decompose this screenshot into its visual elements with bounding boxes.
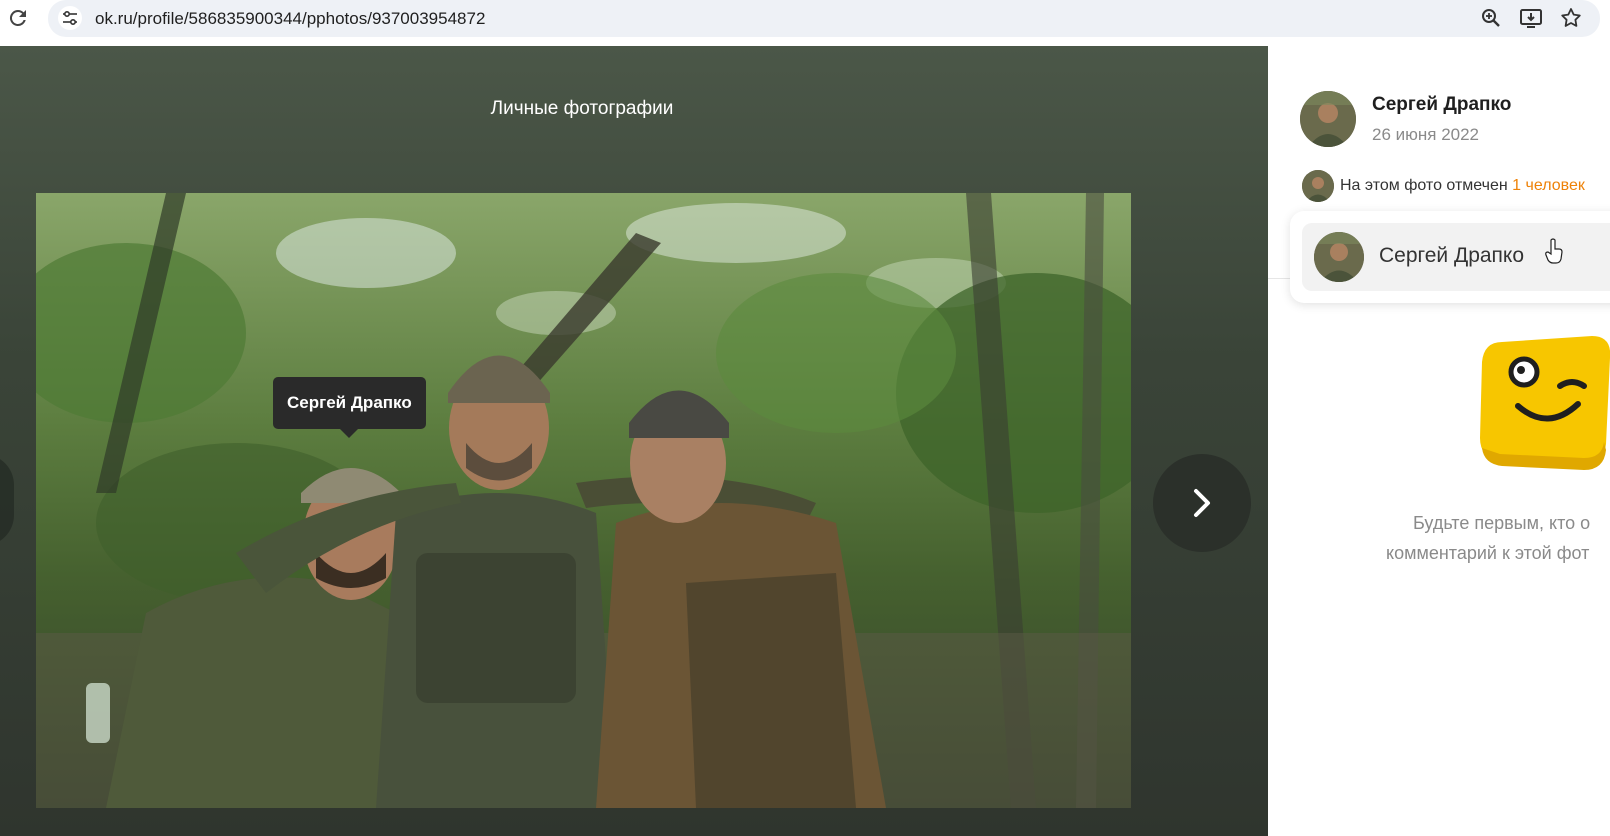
address-bar[interactable]: ok.ru/profile/586835900344/pphotos/93700… xyxy=(48,0,1600,37)
person-avatar xyxy=(1314,232,1364,282)
photo-tag-pointer xyxy=(340,429,358,438)
browser-toolbar: ok.ru/profile/586835900344/pphotos/93700… xyxy=(0,0,1610,46)
author-avatar[interactable] xyxy=(1300,91,1356,147)
tagged-people-info: На этом фото отмечен 1 человек xyxy=(1340,177,1585,195)
divider xyxy=(1268,278,1290,279)
person-name[interactable]: Сергей Драпко xyxy=(1379,244,1524,268)
tagged-person-avatar[interactable] xyxy=(1302,170,1334,202)
photo-person-tag[interactable]: Сергей Драпко xyxy=(273,377,426,429)
bookmark-star-icon[interactable] xyxy=(1559,6,1583,30)
previous-photo-button[interactable] xyxy=(0,454,14,546)
zoom-icon[interactable] xyxy=(1479,6,1503,30)
author-name[interactable]: Сергей Драпко xyxy=(1372,94,1511,116)
reload-icon[interactable] xyxy=(6,6,30,30)
photo-viewer: Личные фотографии Сергей Драпко xyxy=(0,46,1268,836)
chevron-right-icon xyxy=(1194,489,1210,517)
empty-comments-message: Будьте первым, кто о комментарий к этой … xyxy=(1386,508,1590,568)
tagged-people-popup: Сергей Драпко xyxy=(1290,211,1610,303)
site-settings-icon[interactable] xyxy=(58,6,82,30)
empty-comments-line2: комментарий к этой фот xyxy=(1386,543,1590,563)
photo-info-panel: Сергей Драпко 26 июня 2022 На этом фото … xyxy=(1268,46,1610,836)
hand-cursor-icon xyxy=(1545,238,1563,264)
url-text[interactable]: ok.ru/profile/586835900344/pphotos/93700… xyxy=(95,9,485,29)
wink-mascot-icon xyxy=(1480,336,1610,470)
photo[interactable] xyxy=(36,193,1131,808)
tagged-person-row[interactable]: Сергей Драпко xyxy=(1302,223,1610,291)
empty-comments-line1: Будьте первым, кто о xyxy=(1413,513,1591,533)
album-title[interactable]: Личные фотографии xyxy=(0,98,1164,120)
tagged-prefix: На этом фото отмечен xyxy=(1340,177,1508,194)
next-photo-button[interactable] xyxy=(1153,454,1251,552)
tagged-count-link[interactable]: 1 человек xyxy=(1512,177,1585,194)
install-app-icon[interactable] xyxy=(1519,6,1543,30)
photo-date: 26 июня 2022 xyxy=(1372,125,1480,144)
